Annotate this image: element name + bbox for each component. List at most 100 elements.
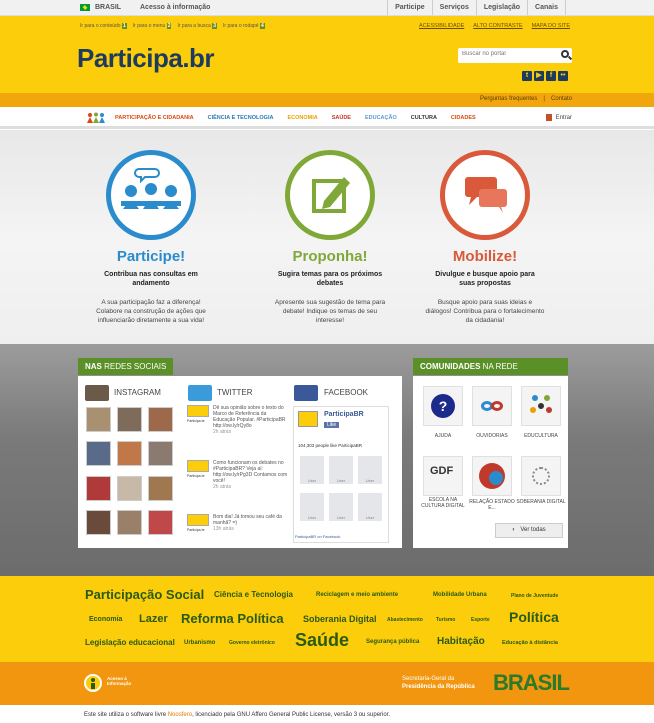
contact-link[interactable]: Contato [551,96,572,102]
nav-cidades[interactable]: CIDADES [451,115,476,121]
faq-link[interactable]: Perguntas frequentes [480,96,537,102]
community-label[interactable]: AJUDA [417,433,469,439]
search-input[interactable] [462,51,552,57]
skip-to-search[interactable]: Ir para a busca 3 [177,23,217,29]
instagram-photo[interactable] [86,510,111,535]
gov-brasil-link[interactable]: BRASIL [95,4,121,11]
community-label[interactable]: RELAÇÃO ESTADO E... [466,499,518,511]
instagram-photo[interactable] [117,476,142,501]
flickr-icon[interactable]: •• [558,71,568,81]
tag-link[interactable]: Segurança pública [366,639,419,645]
tag-link[interactable]: Habitação [437,636,485,647]
tag-link[interactable]: Esporte [471,617,490,623]
tweet-time: 13h atrás [213,526,234,532]
instagram-photo[interactable] [86,476,111,501]
nav-educacao[interactable]: EDUCAÇÃO [365,115,397,121]
gov-link-canais[interactable]: Canais [527,0,566,15]
facebook-icon[interactable]: f [546,71,556,81]
relacao-estado-community-icon[interactable] [472,456,512,496]
facebook-user-avatar[interactable]: User [358,493,382,521]
youtube-icon[interactable]: ▶ [534,71,544,81]
tweet[interactable]: Participa.br Como funcionam os debates n… [187,460,288,490]
instagram-photo[interactable] [117,441,142,466]
gov-access-info-link[interactable]: Acesso à informação [140,4,210,11]
tag-link[interactable]: Participação Social [85,587,204,602]
access-info-icon[interactable] [84,674,102,692]
tweet[interactable]: Participa.br Bom dia! Já tomou seu café … [187,514,288,532]
tag-link[interactable]: Abastecimento [387,617,423,623]
access-info-text[interactable]: Acesso à Informação [107,676,135,686]
facebook-like-button[interactable]: Like [324,422,340,428]
facebook-user-avatar[interactable]: User [329,493,353,521]
instagram-photo[interactable] [86,407,111,432]
proponha-title[interactable]: Proponha! [260,248,400,265]
gov-link-legislacao[interactable]: Legislação [475,0,527,15]
search-box [458,48,572,63]
community-label[interactable]: EDUCULTURA [515,433,567,439]
facebook-user-avatar[interactable]: User [358,456,382,484]
educultura-community-icon[interactable] [521,386,561,426]
proponha-card[interactable]: Proponha! Sugira temas para os próximos … [260,150,400,325]
help-community-icon[interactable]: ? [423,386,463,426]
tag-link[interactable]: Plano de Juventude [511,593,558,599]
skip-to-menu[interactable]: Ir para o menu 2 [133,23,172,29]
tag-link[interactable]: Política [509,609,559,625]
nav-economia[interactable]: ECONOMIA [287,115,317,121]
skip-to-footer[interactable]: Ir para o rodapé 4 [223,23,265,29]
tag-link[interactable]: Saúde [295,630,349,651]
facebook-user-avatar[interactable]: User [329,456,353,484]
instagram-photo[interactable] [148,510,173,535]
gov-link-servicos[interactable]: Serviços [431,0,476,15]
instagram-photo[interactable] [117,407,142,432]
tag-link[interactable]: Reciclagem e meio ambiente [316,592,398,598]
ouvidorias-community-icon[interactable] [472,386,512,426]
site-map-link[interactable]: MAPA DO SITE [532,23,570,29]
tag-link[interactable]: Educação à distância [502,640,558,646]
gov-link-participe[interactable]: Participe [387,0,432,15]
instagram-photo[interactable] [117,510,142,535]
search-icon[interactable] [561,50,569,58]
accessibility-link[interactable]: ACESSIBILIDADE [419,23,464,29]
participe-card[interactable]: Participe! Contribua nas consultas em an… [81,150,221,325]
tag-link[interactable]: Mobilidade Urbana [433,592,487,598]
instagram-photo[interactable] [148,441,173,466]
mobilize-card[interactable]: Mobilize! Divulgue e busque apoio para s… [415,150,555,325]
see-all-button[interactable]: › Ver todas [495,523,563,538]
tag-link[interactable]: Economia [89,616,122,623]
tag-link[interactable]: Reforma Política [181,611,284,626]
tag-link[interactable]: Ciência e Tecnologia [214,590,293,599]
tag-link[interactable]: Urbanismo [184,640,215,646]
nav-cultura[interactable]: CULTURA [411,115,437,121]
instagram-photo[interactable] [148,476,173,501]
tag-link[interactable]: Soberania Digital [303,614,377,624]
nav-ciencia[interactable]: CIÊNCIA E TECNOLOGIA [208,115,274,121]
instagram-photo[interactable] [148,407,173,432]
high-contrast-link[interactable]: ALTO CONTRASTE [473,23,522,29]
site-header: Ir para o conteúdo 1 Ir para o menu 2 Ir… [0,16,654,93]
facebook-user-avatar[interactable]: User [300,456,324,484]
community-label[interactable]: OUVIDORIAS [466,433,518,439]
facebook-page-name[interactable]: ParticipaBR [324,411,364,418]
participe-title[interactable]: Participe! [81,248,221,265]
nav-saude[interactable]: SAÚDE [332,115,351,121]
tag-link[interactable]: Legislação educacional [85,638,175,647]
soberania-digital-community-icon[interactable] [521,456,561,496]
tag-link[interactable]: Turismo [436,617,455,623]
tweet[interactable]: Participa.br Dê sua opinião sobre o text… [187,405,288,435]
site-logo[interactable]: Participa.br [77,43,215,74]
brasil-government-logo[interactable]: BRASIL [493,670,575,696]
login-link[interactable]: Entrar [546,114,572,121]
instagram-photo[interactable] [86,441,111,466]
community-label[interactable]: ESCOLA NA CULTURA DIGITAL [417,497,469,509]
nav-participacao[interactable]: PARTICIPAÇÃO E CIDADANIA [115,115,194,121]
tag-link[interactable]: Lazer [139,613,168,625]
noosfero-link[interactable]: Noosfero [168,712,192,718]
gdf-community-icon[interactable]: GDF [423,456,463,496]
tag-link[interactable]: Governo eletrônico [229,640,275,646]
community-label[interactable]: SOBERANIA DIGITAL [515,499,567,505]
facebook-user-avatar[interactable]: User [300,493,324,521]
skip-to-content[interactable]: Ir para o conteúdo 1 [80,23,127,29]
mobilize-title[interactable]: Mobilize! [415,248,555,265]
twitter-icon[interactable]: t [522,71,532,81]
facebook-footer-link[interactable]: ParticipaBR on Facebook [295,534,340,539]
